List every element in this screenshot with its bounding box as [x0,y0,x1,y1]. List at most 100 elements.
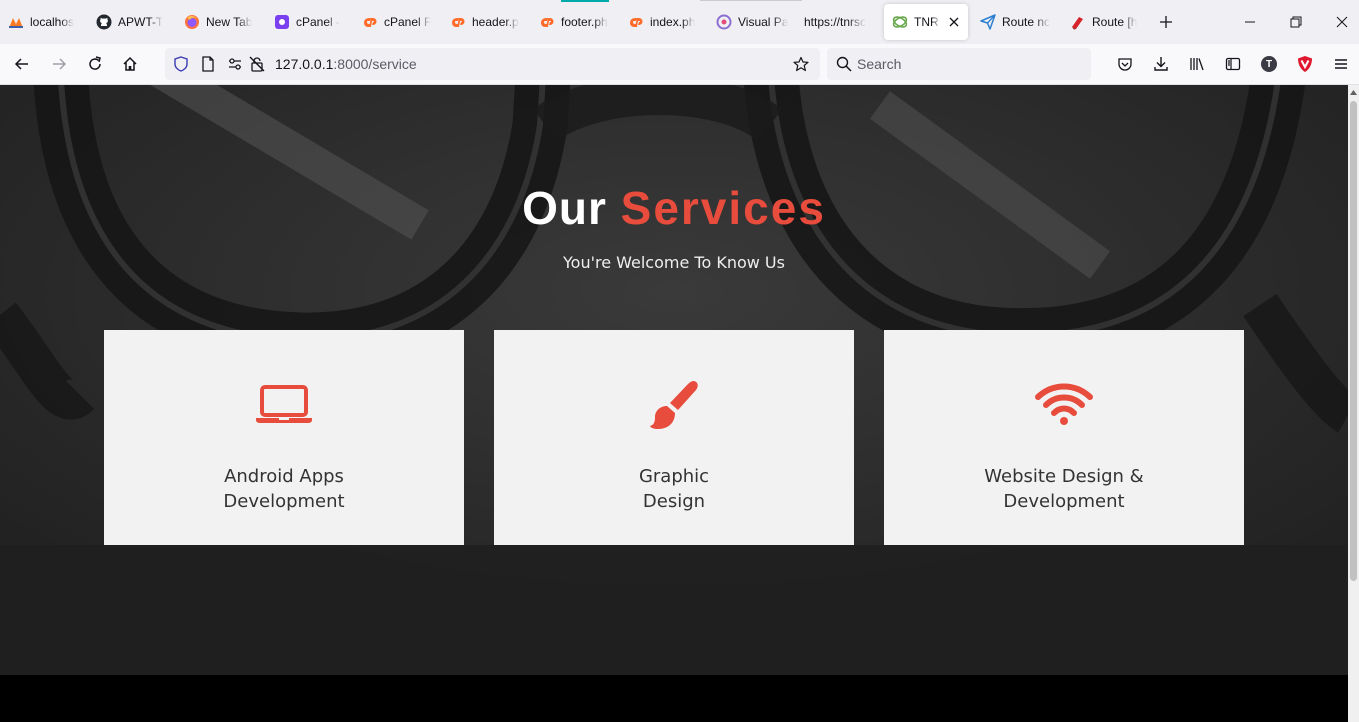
navigation-toolbar: 127.0.0.1:8000/service T [0,44,1359,85]
hamburger-menu-icon [1335,59,1347,69]
forward-button[interactable] [45,50,73,78]
url-text[interactable]: 127.0.0.1:8000/service [275,56,417,72]
tab-visual-paradigm[interactable]: Visual Pa [708,4,796,40]
close-icon[interactable] [946,14,962,30]
insecure-connection-icon[interactable] [249,56,265,72]
page-title: Our Services [0,181,1348,235]
services-hero: Our Services You're Welcome To Know Us A… [0,85,1348,675]
tab-label: cPanel F [384,15,432,29]
tab-cpanel-2[interactable]: cPanel F [354,4,440,40]
tab-strip: localhos APWT-T New Tab cPanel - cPanel … [0,0,1359,44]
tab-tnrsc-url[interactable]: https://tnrsc [796,4,882,40]
arrow-left-icon [14,58,28,70]
account-avatar: T [1261,56,1277,72]
tab-label: APWT-T [118,15,164,29]
scroll-up-arrow-icon[interactable] [1348,85,1359,99]
library-icon [1190,58,1204,71]
service-card-android[interactable]: Android Apps Development [104,330,464,545]
tab-index-php[interactable]: index.ph [620,4,708,40]
service-card-website[interactable]: Website Design & Development [884,330,1244,545]
laptop-icon [104,380,464,430]
tab-loading-indicator [561,0,609,2]
address-bar[interactable]: 127.0.0.1:8000/service [165,48,820,80]
tab-new-tab[interactable]: New Tab [176,4,264,40]
downloads-button[interactable] [1147,50,1175,78]
cpanel-icon [628,14,644,30]
download-icon [1154,57,1168,71]
footer-section [0,675,1348,722]
menu-button[interactable] [1327,50,1355,78]
service-title: Graphic Design [534,464,814,514]
service-title: Android Apps Development [144,464,424,514]
back-button[interactable] [8,50,36,78]
minimize-icon [1245,21,1255,23]
service-title-line: Android Apps [224,466,344,487]
page-subtitle: You're Welcome To Know Us [563,253,785,272]
page-icon[interactable] [200,56,216,72]
reload-button[interactable] [81,50,109,78]
service-card-graphic[interactable]: Graphic Design [494,330,854,545]
pocket-button[interactable] [1111,50,1139,78]
tab-route-h[interactable]: Route [h [1062,4,1148,40]
arrow-right-icon [53,58,67,70]
wifi-icon [884,380,1244,430]
extension-button[interactable] [1291,50,1319,78]
github-icon [96,14,112,30]
service-title-line: Website Design & [984,466,1144,487]
tab-tnrsc-active[interactable]: TNRSC [884,4,968,40]
tab-label: TNRSC [914,15,940,29]
url-host: 127.0.0.1 [275,56,334,72]
tab-label: Route nc [1002,15,1051,29]
search-input[interactable] [857,55,1077,73]
tab-label: header.p [472,15,519,29]
tab-footer-php[interactable]: footer.ph [531,4,619,40]
title-word-services: Services [620,182,826,234]
cpanel-icon [362,14,378,30]
restore-icon [1290,16,1302,28]
account-button[interactable]: T [1255,50,1283,78]
close-icon [1336,16,1348,28]
url-path: :8000/service [333,56,417,72]
tab-header-php[interactable]: header.p [442,4,530,40]
sidebar-button[interactable] [1219,50,1247,78]
service-title-line: Development [1003,491,1125,512]
bookmark-star-icon[interactable] [793,56,809,72]
service-title-line: Development [223,491,345,512]
home-icon [123,56,137,71]
tab-localhost[interactable]: localhos [0,4,86,40]
tab-label: Visual Pa [738,15,789,29]
tab-label: index.ph [650,15,696,29]
cpanel-icon [450,14,466,30]
tab-github[interactable]: APWT-T [88,4,174,40]
plus-icon [1160,16,1172,28]
tab-route-nc[interactable]: Route nc [972,4,1060,40]
firefox-icon [184,14,200,30]
search-bar[interactable] [827,48,1091,80]
home-button[interactable] [116,50,144,78]
permissions-icon[interactable] [227,56,243,72]
page-viewport: Our Services You're Welcome To Know Us A… [0,85,1348,722]
service-title-line: Design [642,491,706,512]
scrollbar-thumb[interactable] [1350,101,1357,581]
library-button[interactable] [1183,50,1211,78]
minimize-button[interactable] [1227,6,1273,38]
cpanel-purple-icon [274,14,290,30]
xampp-icon [8,14,24,30]
search-icon [836,56,852,72]
new-tab-button[interactable] [1154,10,1178,34]
paper-plane-icon [980,14,996,30]
tracking-shield-icon[interactable] [173,56,189,72]
reload-icon [89,56,101,70]
close-window-button[interactable] [1319,6,1359,38]
paint-brush-icon [494,380,854,430]
tab-label: cPanel - [296,15,341,29]
page-scrollbar[interactable] [1348,85,1359,722]
cpanel-icon [539,14,555,30]
tab-label: https://tnrsc [804,15,867,29]
pocket-icon [1118,58,1132,71]
vivaldi-shield-icon [1298,56,1312,72]
restore-button[interactable] [1273,6,1319,38]
service-title-line: Graphic [638,466,710,487]
tab-cpanel-1[interactable]: cPanel - [266,4,350,40]
tab-label: New Tab [206,15,253,29]
